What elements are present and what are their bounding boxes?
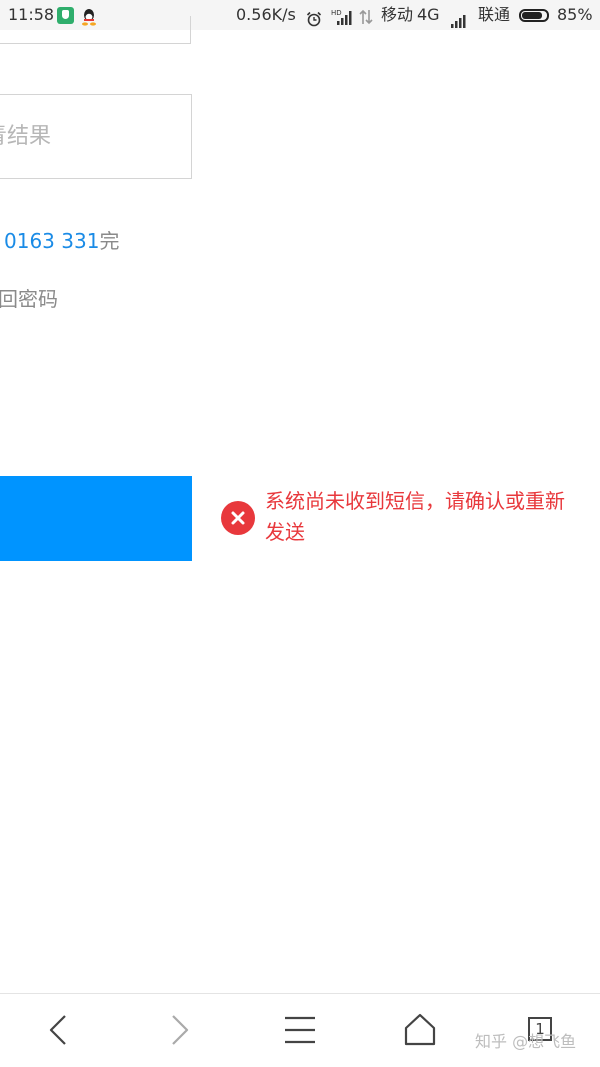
error-message: 系统尚未收到短信，请确认或重新发送 — [265, 489, 565, 544]
sms-sent-notice: 0163 331完 — [4, 226, 119, 256]
browser-nav-bar: 1 — [0, 993, 600, 1067]
phone-suffix: 完 — [99, 229, 120, 253]
screen: 11:58 0.56K/s HD 移动 4G 联通 85% 结果 0163 33… — [0, 0, 600, 1067]
svg-text:HD: HD — [331, 9, 342, 17]
network-type: 4G — [417, 5, 440, 24]
home-icon[interactable] — [398, 1008, 442, 1052]
battery-percent: 85% — [557, 5, 593, 24]
phone-number: 0163 331 — [4, 229, 100, 253]
forward-icon[interactable] — [157, 1008, 201, 1052]
carrier-2: 联通 — [478, 5, 511, 24]
battery-icon — [519, 9, 549, 22]
previous-input-field[interactable] — [0, 16, 191, 44]
signal-icon — [450, 8, 470, 28]
hd-signal-icon: HD — [331, 6, 353, 25]
submit-button[interactable] — [0, 476, 192, 561]
result-input-field[interactable]: 青结果 — [0, 94, 192, 179]
result-input-placeholder: 青结果 — [0, 124, 52, 149]
carrier-1: 移动 — [381, 5, 414, 24]
recover-password-link[interactable]: 回密码 — [0, 284, 58, 314]
menu-icon[interactable] — [278, 1008, 322, 1052]
error-circle-icon — [221, 501, 255, 535]
alarm-icon — [306, 7, 322, 27]
data-arrows-icon — [358, 6, 374, 25]
battery-level — [522, 12, 542, 19]
watermark: 知乎 @想飞鱼 — [475, 1032, 577, 1051]
back-icon[interactable] — [37, 1008, 81, 1052]
network-speed: 0.56K/s — [236, 5, 296, 24]
